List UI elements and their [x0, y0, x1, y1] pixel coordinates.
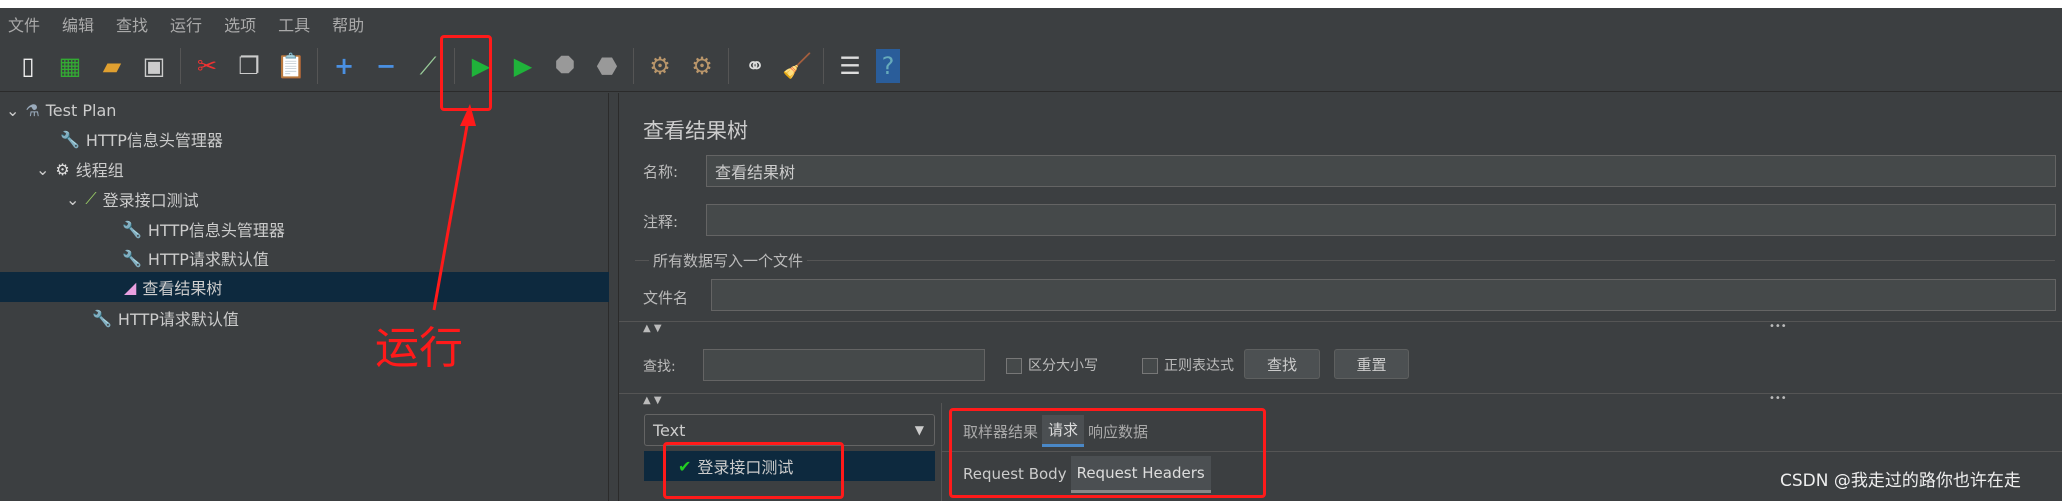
help-icon[interactable]: ? — [876, 48, 900, 83]
search-icon[interactable]: ⚭ — [739, 49, 771, 83]
toolbar: ▯ ▦ ▰ ▣ ✂ ❐ 📋 + − ⟋ ▶ ▶ ⯃ ⬣ ⚙ ⚙ ⚭ 🧹 ☰ ? — [0, 40, 2062, 92]
start-no-pause-icon[interactable]: ▶ — [507, 49, 539, 83]
file-label: 文件名 — [643, 289, 689, 307]
comment-label: 注释: — [643, 213, 679, 231]
menu-search[interactable]: 查找 — [116, 12, 148, 36]
expand-icon[interactable]: + — [328, 49, 360, 83]
menu-options[interactable]: 选项 — [224, 12, 256, 36]
file-group-label: 所有数据写入一个文件 — [649, 250, 808, 271]
shutdown-icon[interactable]: ⬣ — [591, 49, 623, 83]
view-results-tree-panel: 查看结果树 名称: 查看结果树 注释: 所有数据写入一个文件 文件名 ▲ ▼ •… — [618, 93, 2062, 501]
menu-help[interactable]: 帮助 — [332, 12, 364, 36]
splitter-grip-icon[interactable]: ••• — [1769, 393, 1787, 404]
open-icon[interactable]: ▰ — [96, 49, 128, 83]
chart-icon: ◢ — [124, 277, 137, 297]
tree-item-test-plan[interactable]: ⌄ ⚗ Test Plan — [6, 95, 116, 125]
checkbox[interactable] — [1006, 358, 1022, 374]
wrench-icon: 🔧 — [60, 129, 80, 149]
clear-icon[interactable]: ⚙ — [644, 49, 676, 83]
tree-item-request-defaults[interactable]: 🔧 HTTP请求默认值 — [122, 243, 269, 273]
annotation-box-tabs — [949, 408, 1266, 498]
divider — [317, 47, 318, 84]
collapse-arrows-icon[interactable]: ▲ ▼ — [643, 395, 662, 406]
chevron-down-icon[interactable]: ⌄ — [66, 190, 79, 209]
menu-file[interactable]: 文件 — [8, 12, 40, 36]
splitter[interactable] — [619, 321, 2062, 322]
reset-search-icon[interactable]: 🧹 — [781, 49, 813, 83]
save-icon[interactable]: ▣ — [138, 49, 170, 83]
flask-icon: ⚗ — [25, 100, 40, 120]
tree-item-header-manager[interactable]: 🔧 HTTP信息头管理器 — [60, 124, 223, 154]
divider — [633, 47, 634, 84]
test-plan-tree: ⌄ ⚗ Test Plan 🔧 HTTP信息头管理器 ⌄ ⚙ 线程组 ⌄ ⟋ 登录接口测试 🔧… — [0, 93, 609, 501]
annotation-run-text: 运行 — [375, 323, 463, 374]
new-icon[interactable]: ▯ — [12, 49, 44, 83]
tree-item-thread-group[interactable]: ⌄ ⚙ 线程组 — [36, 154, 124, 184]
top-strip — [0, 0, 2062, 8]
wrench-icon: 🔧 — [122, 248, 142, 268]
regex-checkbox[interactable]: 正则表达式 — [1142, 355, 1234, 375]
chevron-down-icon[interactable]: ⌄ — [36, 160, 49, 179]
function-helper-icon[interactable]: ☰ — [834, 49, 866, 83]
tree-item-view-results-tree[interactable]: ◢ 查看结果树 — [0, 272, 609, 302]
wrench-icon: 🔧 — [122, 219, 142, 239]
paste-icon[interactable]: 📋 — [275, 49, 307, 83]
collapse-arrows-icon[interactable]: ▲ ▼ — [643, 323, 662, 334]
menu-bar: 文件 编辑 查找 运行 选项 工具 帮助 — [0, 8, 2062, 40]
name-input[interactable]: 查看结果树 — [706, 155, 2056, 187]
tree-item-request-defaults[interactable]: 🔧 HTTP请求默认值 — [92, 303, 239, 333]
copy-icon[interactable]: ❐ — [233, 49, 265, 83]
templates-icon[interactable]: ▦ — [54, 49, 86, 83]
menu-run[interactable]: 运行 — [170, 12, 202, 36]
reset-button[interactable]: 重置 — [1334, 349, 1409, 379]
cut-icon[interactable]: ✂ — [191, 49, 223, 83]
find-button[interactable]: 查找 — [1244, 349, 1320, 379]
pipette-icon: ⟋ — [85, 189, 97, 208]
chevron-down-icon[interactable]: ⌄ — [6, 101, 19, 120]
panel-title: 查看结果树 — [643, 119, 748, 143]
divider — [180, 47, 181, 84]
gear-icon: ⚙ — [55, 159, 70, 179]
collapse-icon[interactable]: − — [370, 49, 402, 83]
name-label: 名称: — [643, 163, 679, 181]
checkbox[interactable] — [1142, 358, 1158, 374]
search-input[interactable] — [703, 349, 985, 381]
divider — [823, 47, 824, 84]
splitter[interactable] — [619, 393, 2062, 394]
search-label: 查找: — [643, 359, 676, 375]
annotation-arrow — [432, 104, 476, 311]
tree-item-header-manager[interactable]: 🔧 HTTP信息头管理器 — [122, 214, 285, 244]
stop-icon[interactable]: ⯃ — [549, 49, 581, 83]
file-input[interactable] — [711, 279, 2056, 311]
clear-all-icon[interactable]: ⚙ — [686, 49, 718, 83]
watermark: CSDN @我走过的路你也许在走 — [1780, 471, 2021, 491]
menu-tools[interactable]: 工具 — [278, 12, 310, 36]
chevron-down-icon: ▼ — [914, 423, 924, 437]
menu-edit[interactable]: 编辑 — [62, 12, 94, 36]
divider — [728, 47, 729, 84]
case-sensitive-checkbox[interactable]: 区分大小写 — [1006, 355, 1098, 375]
wrench-icon: 🔧 — [92, 308, 112, 328]
annotation-box-result — [663, 442, 844, 499]
comment-input[interactable] — [706, 204, 2056, 236]
tree-item-login-sampler[interactable]: ⌄ ⟋ 登录接口测试 — [66, 184, 199, 214]
splitter-grip-icon[interactable]: ••• — [1769, 321, 1787, 332]
